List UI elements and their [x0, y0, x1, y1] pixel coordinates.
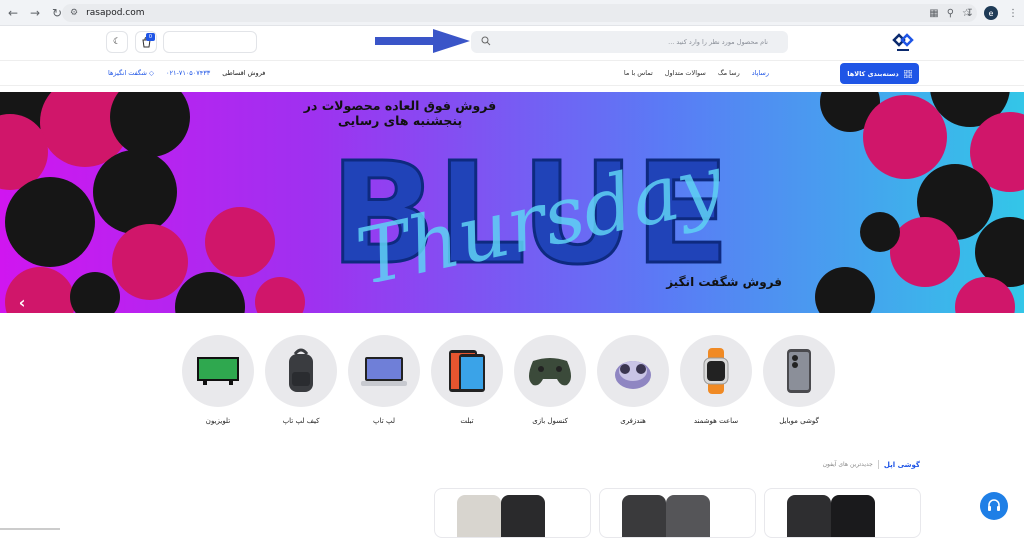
- category-mobile[interactable]: گوشی موبایل: [762, 335, 836, 425]
- section-subtitle: جدیدترین های آیفون: [822, 461, 873, 468]
- product-card[interactable]: [434, 488, 591, 538]
- product-card[interactable]: [599, 488, 756, 538]
- product-image: [831, 495, 875, 537]
- site-info-icon[interactable]: ⚙: [70, 8, 78, 18]
- search-placeholder: نام محصول مورد نظر را وارد کنید ...: [668, 38, 768, 46]
- main-nav: دسته‌بندی کالاها رساپاد رسا مگ سوالات مت…: [0, 60, 1024, 86]
- headset-icon: [988, 499, 1000, 511]
- theme-toggle-button[interactable]: ☾: [106, 31, 128, 53]
- section-divider: [877, 460, 879, 469]
- earbuds-icon: [615, 361, 651, 389]
- search-icon[interactable]: [481, 36, 491, 46]
- back-icon[interactable]: ←: [4, 4, 22, 22]
- gamepad-icon: [529, 358, 571, 386]
- category-tablet[interactable]: تبلت: [430, 335, 504, 425]
- category-label: تبلت: [460, 417, 474, 425]
- backpack-icon: [289, 348, 313, 392]
- category-console[interactable]: کنسول بازی: [513, 335, 587, 425]
- url-text: rasapod.com: [86, 8, 145, 18]
- slider-prev-button[interactable]: ‹: [12, 292, 32, 312]
- product-image: [457, 495, 501, 537]
- translate-icon[interactable]: ▦: [929, 8, 938, 19]
- login-box[interactable]: [163, 31, 257, 53]
- category-button-label: دسته‌بندی کالاها: [847, 69, 899, 78]
- product-image: [787, 495, 831, 537]
- category-earbuds[interactable]: هندزفری: [596, 335, 670, 425]
- nav-link-installment[interactable]: فروش اقساطی: [222, 69, 265, 77]
- category-label: هندزفری: [620, 417, 646, 425]
- zoom-icon[interactable]: ⚲: [947, 8, 954, 19]
- product-image: [501, 495, 545, 537]
- download-icon[interactable]: ↧: [966, 8, 974, 19]
- nav-link-rasapod[interactable]: رساپاد: [752, 69, 769, 77]
- section-title: گوشی اپل: [883, 460, 920, 469]
- nav-link-contact[interactable]: تماس با ما: [624, 69, 653, 77]
- nav-link-rasamag[interactable]: رسا مگ: [718, 69, 740, 77]
- category-label: کنسول بازی: [532, 417, 568, 425]
- nav-link-amazing[interactable]: ◇ شگفت انگیزها: [108, 69, 154, 77]
- nav-link-faq[interactable]: سوالات متداول: [665, 69, 706, 77]
- category-label: کیف لپ تاپ: [282, 417, 320, 425]
- blue-thursday-lettering: BLUE Thursday: [328, 132, 731, 283]
- category-smartwatch[interactable]: ساعت هوشمند: [679, 335, 753, 425]
- address-bar[interactable]: ⚙ rasapod.com ▦ ⚲ ☆: [62, 4, 977, 22]
- profile-avatar[interactable]: e: [984, 6, 998, 20]
- product-image: [666, 495, 710, 537]
- category-laptop[interactable]: لپ تاپ: [347, 335, 421, 425]
- section-header: گوشی اپل جدیدترین های آیفون: [823, 460, 920, 469]
- browser-toolbar: ← → ↻ ⚙ rasapod.com ▦ ⚲ ☆ ↧ e ⋮: [0, 0, 1024, 26]
- annotation-arrow: [375, 29, 470, 53]
- rasapod-logo[interactable]: [890, 30, 916, 56]
- product-image: [622, 495, 666, 537]
- site-header: نام محصول مورد نظر را وارد کنید ... 0 ☾: [0, 27, 1024, 59]
- product-card[interactable]: [764, 488, 921, 538]
- phone-number[interactable]: ۰۲۱-۷۱۰۵۰۷۴۳۳: [166, 69, 210, 77]
- diamond-icon: ◇: [149, 69, 155, 77]
- smartwatch-icon: [703, 348, 729, 394]
- grid-icon: [903, 69, 912, 78]
- amazing-label: شگفت انگیزها: [108, 69, 147, 77]
- search-input[interactable]: نام محصول مورد نظر را وارد کنید ...: [471, 31, 788, 53]
- category-label: تلویزیون: [205, 417, 231, 425]
- category-button[interactable]: دسته‌بندی کالاها: [840, 63, 919, 84]
- moon-icon: ☾: [112, 37, 122, 47]
- phone-icon: [787, 349, 811, 393]
- category-label: ساعت هوشمند: [693, 417, 739, 425]
- tablet-icon: [449, 350, 485, 392]
- hero-banner[interactable]: فروش فوق العاده محصولات در پنجشنبه های ر…: [0, 92, 1024, 313]
- category-row: گوشی موبایل ساعت هوشمند هندزفری کنسول با…: [180, 335, 835, 435]
- category-label: گوشی موبایل: [779, 417, 819, 425]
- menu-icon[interactable]: ⋮: [1008, 8, 1018, 19]
- tv-icon: [197, 357, 239, 385]
- forward-icon[interactable]: →: [26, 4, 44, 22]
- category-laptop-bag[interactable]: کیف لپ تاپ: [264, 335, 338, 425]
- laptop-icon: [361, 357, 407, 386]
- banner-subtitle: فروش شگفت انگیز: [666, 275, 782, 289]
- category-label: لپ تاپ: [373, 417, 395, 425]
- category-tv[interactable]: تلویزیون: [181, 335, 255, 425]
- support-chat-button[interactable]: [980, 492, 1008, 520]
- cart-count-badge: 0: [146, 33, 155, 41]
